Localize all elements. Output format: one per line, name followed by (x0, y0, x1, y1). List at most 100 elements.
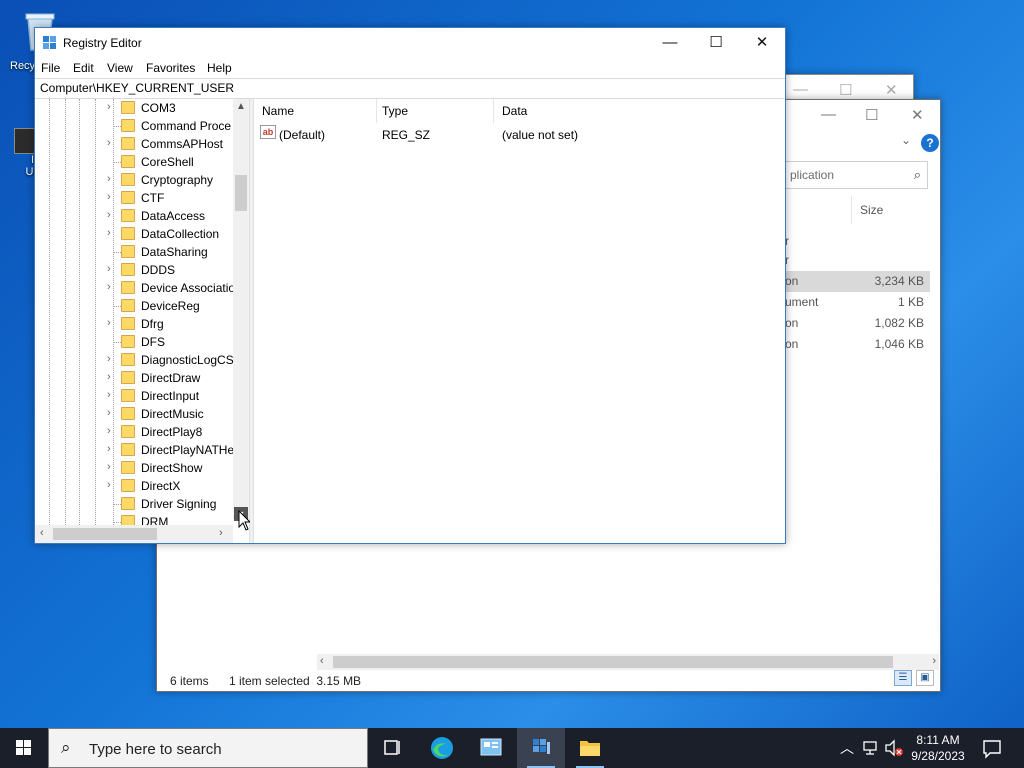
tree-node-label: Device Associatio (141, 281, 236, 295)
task-view-button[interactable] (368, 728, 416, 768)
notification-center-icon[interactable] (980, 736, 1004, 760)
file-row[interactable]: on 1,082 KB (785, 313, 930, 334)
column-header-name[interactable]: Name (254, 99, 377, 123)
taskbar-clock[interactable]: 8:11 AM 9/28/2023 (908, 732, 968, 764)
tree-node[interactable]: › DiagnosticLogCS (35, 351, 234, 369)
expand-chevron-icon[interactable]: › (107, 407, 111, 419)
minimize-icon[interactable]: — (793, 81, 808, 98)
file-row[interactable]: r (785, 250, 930, 271)
tree-node[interactable]: › Dfrg (35, 315, 233, 333)
maximize-icon[interactable]: ☐ (865, 106, 878, 124)
menu-edit[interactable]: Edit (73, 61, 94, 75)
tree-node[interactable]: Command Proce (35, 117, 233, 135)
details-view-icon[interactable]: ☰ (894, 670, 912, 686)
tree-vertical-scrollbar[interactable]: ▲ ▼ (233, 99, 249, 521)
tree-node[interactable]: › Device Associatio (35, 279, 236, 297)
registry-editor-window[interactable]: Registry Editor — ☐ ✕ File Edit View Fav… (34, 27, 786, 544)
tree-node[interactable]: › DDDS (35, 261, 233, 279)
tree-node[interactable]: DeviceReg (35, 297, 233, 315)
close-button[interactable]: ✕ (739, 28, 785, 58)
folder-icon (121, 335, 135, 348)
tree-node[interactable]: DataSharing (35, 243, 233, 261)
menu-favorites[interactable]: Favorites (146, 61, 195, 75)
close-icon[interactable]: ✕ (885, 81, 898, 99)
minimize-icon[interactable]: — (821, 106, 836, 123)
scroll-thumb[interactable] (333, 656, 893, 668)
tree-node[interactable]: DFS (35, 333, 233, 351)
expand-chevron-icon[interactable]: › (107, 425, 111, 437)
tray-chevron-up-icon[interactable]: ︿ (840, 738, 854, 758)
expand-chevron-icon[interactable]: › (107, 281, 111, 293)
expand-chevron-icon[interactable]: › (107, 137, 111, 149)
column-header-type[interactable]: Type (374, 99, 494, 123)
file-row[interactable]: r (785, 231, 930, 252)
horizontal-scrollbar[interactable]: ‹ › (317, 654, 939, 670)
file-row[interactable]: on 1,046 KB (785, 334, 930, 355)
search-input[interactable]: plication ⌕ (785, 161, 928, 189)
tree-node[interactable]: › COM3 (35, 99, 233, 117)
menu-file[interactable]: File (41, 61, 60, 75)
expand-chevron-icon[interactable]: › (107, 461, 111, 473)
scroll-right-icon[interactable]: › (932, 655, 936, 667)
control-panel-taskbar-button[interactable] (467, 728, 515, 768)
scroll-up-icon[interactable]: ▲ (236, 101, 246, 112)
maximize-icon[interactable]: ☐ (839, 81, 852, 99)
expand-chevron-icon[interactable]: › (107, 209, 111, 221)
tree-node[interactable]: › DataAccess (35, 207, 233, 225)
start-button[interactable] (0, 728, 48, 768)
network-icon[interactable] (862, 740, 880, 756)
address-bar[interactable]: Computer\HKEY_CURRENT_USER (35, 78, 785, 99)
tree-node[interactable]: › Cryptography (35, 171, 233, 189)
taskbar-search-input[interactable]: ⌕ Type here to search (48, 728, 368, 768)
scroll-thumb[interactable] (235, 175, 247, 211)
expand-chevron-icon[interactable]: › (107, 479, 111, 491)
close-icon[interactable]: ✕ (911, 106, 924, 124)
expand-chevron-icon[interactable]: › (107, 101, 111, 113)
scroll-thumb[interactable] (53, 528, 157, 540)
values-list[interactable]: Name Type Data ab (Default) REG_SZ (valu… (254, 99, 785, 543)
scroll-right-icon[interactable]: › (219, 527, 223, 539)
expand-chevron-icon[interactable]: › (107, 191, 111, 203)
volume-muted-icon[interactable] (884, 739, 904, 757)
tree-node[interactable]: › CommsAPHost (35, 135, 233, 153)
title-bar[interactable]: Registry Editor — ☐ ✕ (35, 28, 785, 58)
file-row[interactable]: ument 1 KB (785, 292, 930, 313)
expand-chevron-icon[interactable]: › (107, 389, 111, 401)
tree-node[interactable]: › DataCollection (35, 225, 233, 243)
expand-chevron-icon[interactable]: › (107, 371, 111, 383)
file-row-selected[interactable]: on 3,234 KB (785, 271, 930, 292)
tree-horizontal-scrollbar[interactable]: ‹ › (35, 525, 233, 543)
expand-chevron-icon[interactable]: › (107, 227, 111, 239)
registry-editor-taskbar-button[interactable] (517, 728, 565, 768)
expand-chevron-icon[interactable]: › (107, 443, 111, 455)
tree-node[interactable]: › DirectMusic (35, 405, 233, 423)
chevron-down-icon[interactable]: ⌄ (901, 133, 911, 147)
maximize-button[interactable]: ☐ (693, 28, 739, 58)
edge-taskbar-button[interactable] (418, 728, 466, 768)
minimize-button[interactable]: — (647, 28, 693, 58)
value-row[interactable]: ab (Default) REG_SZ (value not set) (254, 125, 785, 145)
tree-node[interactable]: › DirectPlay8 (35, 423, 233, 441)
expand-chevron-icon[interactable]: › (107, 317, 111, 329)
large-icons-view-icon[interactable]: ▣ (916, 670, 934, 686)
menu-help[interactable]: Help (207, 61, 232, 75)
help-icon[interactable]: ? (921, 134, 939, 152)
file-explorer-taskbar-button[interactable] (566, 728, 614, 768)
expand-chevron-icon[interactable]: › (107, 353, 111, 365)
column-header-data[interactable]: Data (494, 99, 785, 123)
scroll-left-icon[interactable]: ‹ (40, 527, 44, 539)
registry-tree[interactable]: › COM3 Command Proce › CommsAPHost CoreShell ›… (35, 99, 249, 543)
tree-node[interactable]: › CTF (35, 189, 233, 207)
tree-node[interactable]: Driver Signing (35, 495, 233, 513)
tree-node[interactable]: › DirectInput (35, 387, 233, 405)
size-column-header[interactable]: Size (851, 196, 931, 224)
tree-node[interactable]: CoreShell (35, 153, 233, 171)
expand-chevron-icon[interactable]: › (107, 263, 111, 275)
scroll-left-icon[interactable]: ‹ (320, 655, 324, 667)
expand-chevron-icon[interactable]: › (107, 173, 111, 185)
tree-node[interactable]: › DirectPlayNATHe (35, 441, 234, 459)
tree-node[interactable]: › DirectDraw (35, 369, 233, 387)
tree-node[interactable]: › DirectShow (35, 459, 233, 477)
tree-node[interactable]: › DirectX (35, 477, 233, 495)
menu-view[interactable]: View (107, 61, 133, 75)
